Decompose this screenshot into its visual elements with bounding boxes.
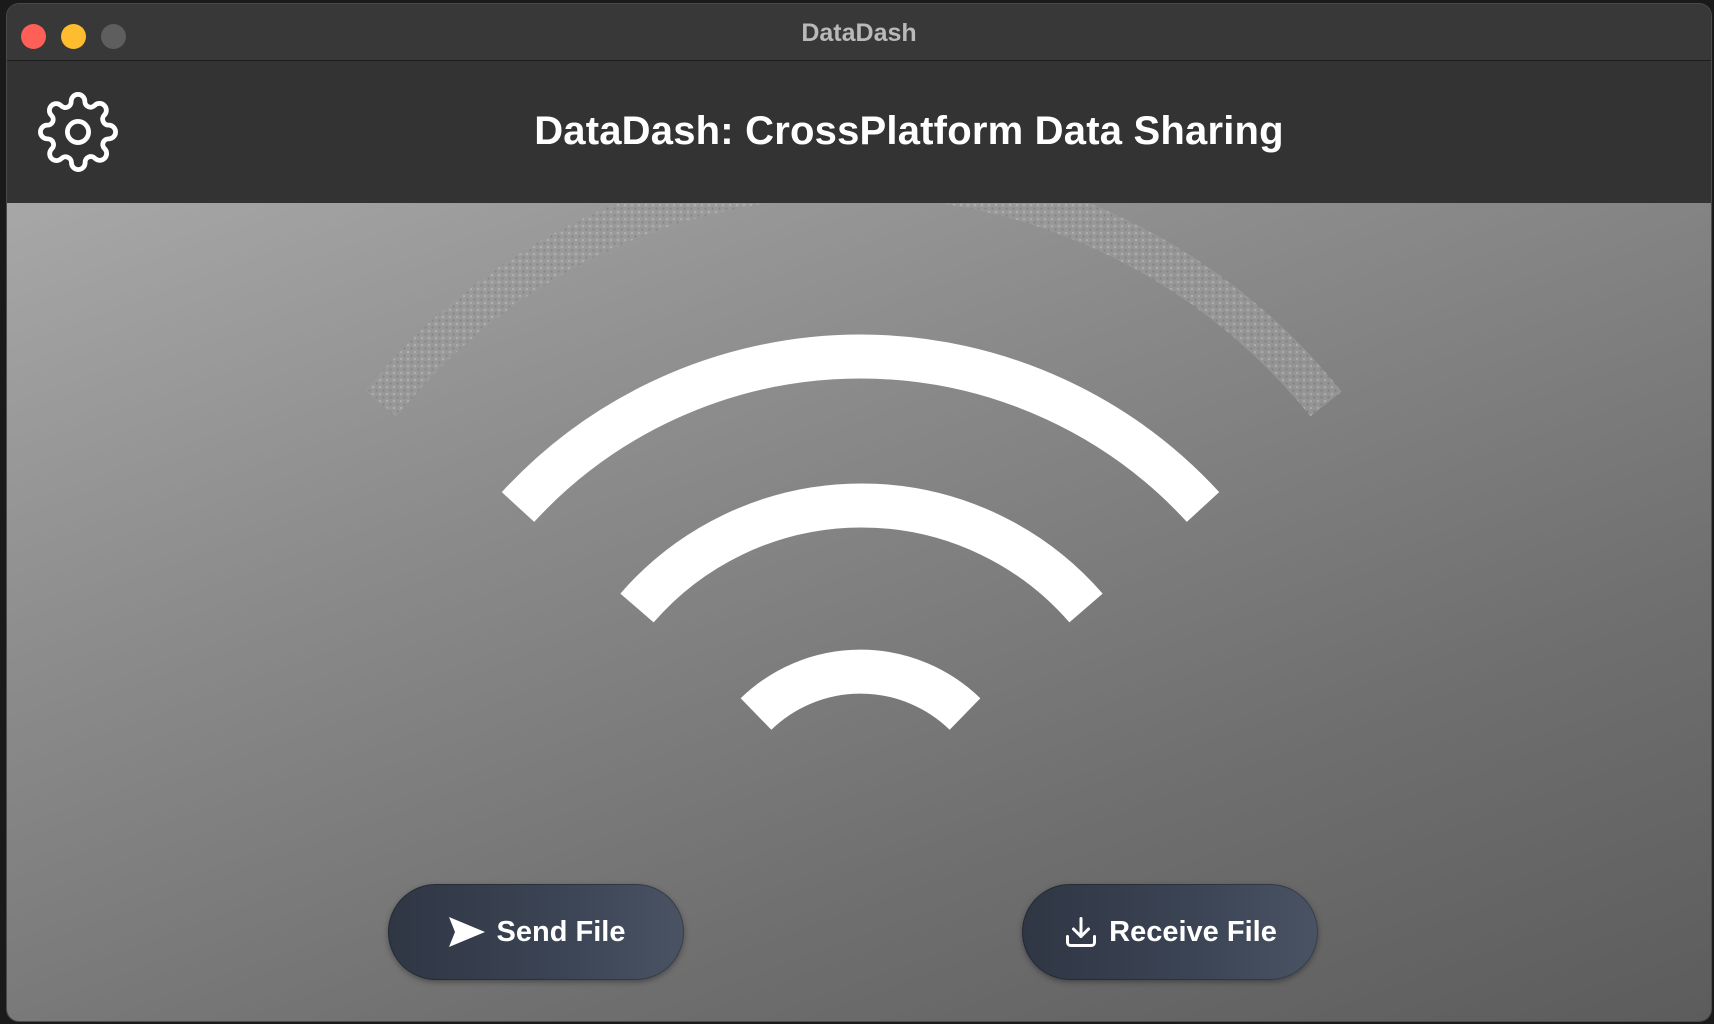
send-file-label: Send File (496, 915, 626, 948)
app-window: DataDash DataDash: CrossPlatform Data Sh… (7, 4, 1711, 1021)
receive-file-button[interactable]: Receive File (1022, 884, 1318, 980)
main-panel: Send File Receive File (7, 203, 1711, 1021)
wave-medium (620, 483, 1103, 623)
send-file-button[interactable]: Send File (388, 884, 684, 980)
wifi-signal-icon (365, 203, 1342, 731)
app-title: DataDash: CrossPlatform Data Sharing (534, 109, 1284, 153)
send-icon (447, 915, 487, 949)
title-bar: DataDash (7, 4, 1711, 61)
window-title: DataDash (801, 19, 917, 47)
app-header: DataDash: CrossPlatform Data Sharing (7, 61, 1711, 203)
wave-small (740, 649, 981, 731)
download-icon (1063, 914, 1099, 950)
receive-file-label: Receive File (1109, 915, 1277, 948)
